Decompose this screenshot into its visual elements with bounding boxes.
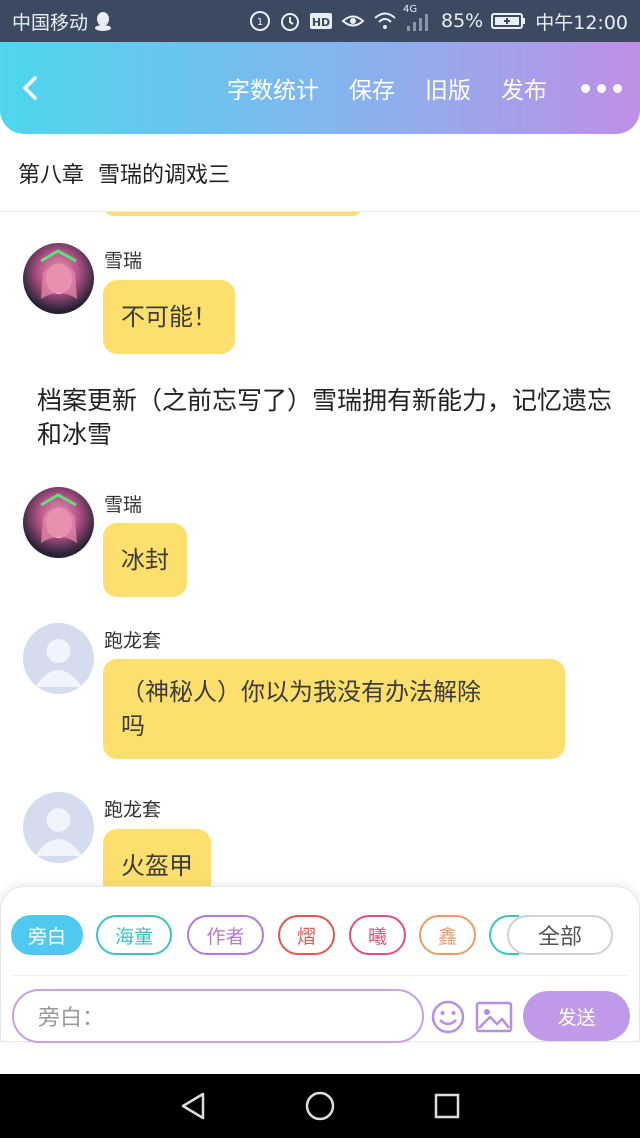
cellular-signal-icon: 4G (403, 4, 433, 32)
message-bubble[interactable]: 火盔甲 (103, 829, 211, 886)
role-chip-narration[interactable]: 旁白 (11, 915, 83, 955)
avatar[interactable] (23, 243, 94, 314)
publish-button[interactable]: 发布 (501, 71, 547, 105)
chat-area[interactable]: 雪瑞 不可能！ 档案更新（之前忘写了）雪瑞拥有新能力，记忆遗忘和冰雪 雪瑞 冰封… (0, 212, 640, 886)
role-chip-xi[interactable]: 曦 (349, 915, 406, 955)
message-bubble[interactable]: 不可能！ (103, 280, 235, 354)
network-type-label: 4G (403, 4, 418, 15)
back-arrow-icon (23, 76, 37, 100)
clock-time: 中午12:00 (535, 11, 628, 34)
chapter-title: 第八章 雪瑞的调戏三 (0, 134, 640, 212)
qq-icon (94, 11, 112, 31)
sender-name: 雪瑞 (104, 250, 143, 272)
nav-home-icon[interactable] (300, 1086, 340, 1126)
back-button[interactable] (22, 68, 52, 108)
carrier-name: 中国移动 (12, 11, 89, 34)
send-button[interactable]: 发送 (523, 991, 630, 1041)
avatar[interactable] (23, 623, 94, 694)
svg-text:1: 1 (257, 17, 263, 28)
role-chip-author[interactable]: 作者 (187, 915, 264, 955)
role-chip-haitong[interactable]: 海童 (96, 915, 172, 955)
avatar[interactable] (23, 792, 94, 863)
editor-header: 字数统计 保存 旧版 发布 (0, 42, 640, 134)
wifi-icon (373, 11, 397, 31)
eye-icon (341, 12, 365, 30)
composer-panel: 旁白 海童 作者 熠 曦 鑫 全部 旁白： 发送 (0, 886, 640, 1043)
message-line: （神秘人）你以为我没有办法解除 (121, 678, 481, 706)
avatar[interactable] (23, 487, 94, 558)
message-bubble[interactable]: 冰封 (103, 523, 187, 597)
narration-text[interactable]: 档案更新（之前忘写了）雪瑞拥有新能力，记忆遗忘和冰雪 (37, 384, 617, 452)
message-line: 吗 (121, 712, 145, 740)
sender-name: 跑龙套 (104, 799, 162, 821)
more-options-icon[interactable] (581, 83, 622, 93)
nav-recents-icon[interactable] (427, 1086, 467, 1126)
system-nav-bar (0, 1074, 640, 1138)
emoji-icon[interactable] (430, 999, 466, 1035)
battery-icon (491, 11, 527, 31)
save-button[interactable]: 保存 (349, 71, 395, 105)
status-bar: 中国移动 1 HD 4G 85% 中午12:00 (0, 0, 640, 42)
old-version-button[interactable]: 旧版 (425, 71, 471, 105)
message-input[interactable]: 旁白： (12, 989, 424, 1043)
sender-name: 跑龙套 (104, 630, 162, 652)
role-chip-xin[interactable]: 鑫 (419, 915, 476, 955)
role-chip-yi[interactable]: 熠 (278, 915, 335, 955)
previous-message-bubble (104, 212, 362, 216)
sender-name: 雪瑞 (104, 494, 143, 516)
all-roles-button[interactable]: 全部 (507, 915, 613, 955)
nav-back-icon[interactable] (173, 1086, 213, 1126)
divider (11, 975, 629, 976)
alarm-icon (279, 10, 301, 32)
word-count-button[interactable]: 字数统计 (227, 71, 319, 105)
message-bubble[interactable]: （神秘人）你以为我没有办法解除 吗 (103, 659, 565, 759)
svg-text:HD: HD (312, 16, 330, 29)
hd-icon: HD (309, 11, 333, 31)
hd-call-icon: 1 (249, 10, 271, 32)
image-icon[interactable] (475, 999, 513, 1035)
battery-percent: 85% (441, 10, 484, 32)
